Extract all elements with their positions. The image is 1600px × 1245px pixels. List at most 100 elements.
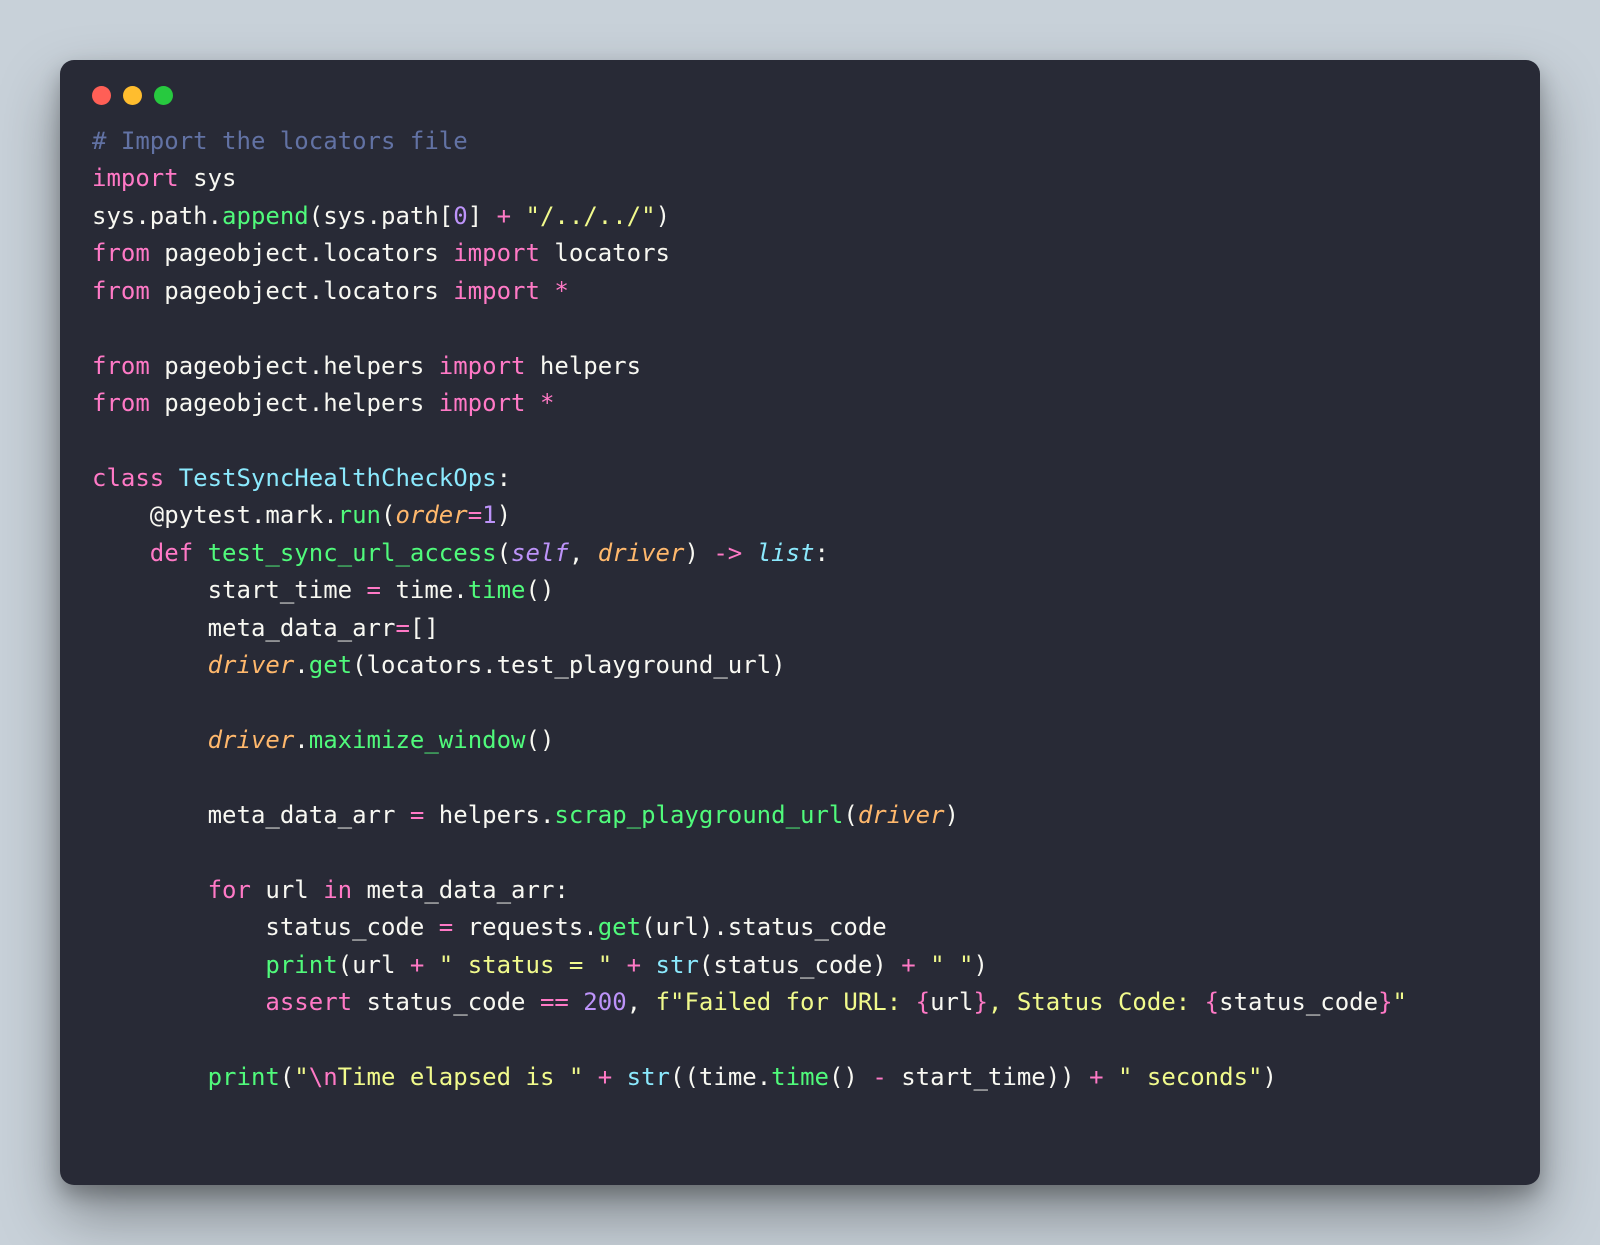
- code-token: self: [511, 539, 569, 567]
- code-token: \n: [309, 1063, 338, 1091]
- code-line: start_time = time.time(): [92, 572, 1508, 609]
- code-token: (): [526, 726, 555, 754]
- code-token: def: [150, 539, 193, 567]
- code-token: .: [294, 726, 308, 754]
- code-token: meta_data_arr: [92, 801, 410, 829]
- code-token: driver: [208, 726, 295, 754]
- code-token: from: [92, 352, 150, 380]
- zoom-icon[interactable]: [154, 86, 173, 105]
- code-line: [92, 759, 1508, 796]
- code-token: " status = ": [439, 951, 612, 979]
- code-token: (: [497, 539, 511, 567]
- code-editor[interactable]: # Import the locators fileimport syssys.…: [60, 111, 1540, 1120]
- code-token: [92, 726, 208, 754]
- code-token: ): [973, 951, 987, 979]
- code-token: helpers.: [424, 801, 554, 829]
- code-token: [164, 464, 178, 492]
- code-token: [193, 539, 207, 567]
- code-token: " ": [930, 951, 973, 979]
- code-token: +: [1089, 1063, 1103, 1091]
- code-token: pageobject.locators: [150, 277, 453, 305]
- code-token: (: [381, 501, 395, 529]
- code-token: sys.path.: [92, 202, 222, 230]
- code-line: [92, 423, 1508, 460]
- code-token: ": [1393, 988, 1407, 1016]
- code-token: meta_data_arr: [92, 614, 395, 642]
- code-token: maximize_window: [309, 726, 526, 754]
- code-line: # Import the locators file: [92, 123, 1508, 160]
- code-token: str: [656, 951, 699, 979]
- code-token: }: [973, 988, 987, 1016]
- code-token: @pytest.mark.: [92, 501, 338, 529]
- code-token: ->: [713, 539, 742, 567]
- code-line: def test_sync_url_access(self, driver) -…: [92, 535, 1508, 572]
- code-token: [612, 1063, 626, 1091]
- code-token: ]: [468, 202, 497, 230]
- minimize-icon[interactable]: [123, 86, 142, 105]
- code-token: }: [1378, 988, 1392, 1016]
- code-token: [92, 651, 208, 679]
- code-token: (url).status_code: [641, 913, 887, 941]
- code-token: ,: [627, 988, 656, 1016]
- code-line: [92, 834, 1508, 871]
- code-token: order: [395, 501, 467, 529]
- code-token: [92, 951, 265, 979]
- code-token: locators: [540, 239, 670, 267]
- code-token: =: [395, 614, 409, 642]
- code-token: {: [1205, 988, 1219, 1016]
- code-token: status_code: [352, 988, 540, 1016]
- code-token: import: [439, 389, 526, 417]
- code-token: ": [294, 1063, 308, 1091]
- code-line: from pageobject.locators import *: [92, 273, 1508, 310]
- code-token: 1: [482, 501, 496, 529]
- code-line: driver.maximize_window(): [92, 722, 1508, 759]
- code-token: requests.: [453, 913, 598, 941]
- window-titlebar: [60, 60, 1540, 111]
- code-token: (sys.path[: [309, 202, 454, 230]
- code-token: assert: [265, 988, 352, 1016]
- code-token: time: [771, 1063, 829, 1091]
- code-token: url: [251, 876, 323, 904]
- code-token: =: [410, 801, 424, 829]
- code-line: import sys: [92, 160, 1508, 197]
- code-token: +: [627, 951, 641, 979]
- code-line: from pageobject.helpers import *: [92, 385, 1508, 422]
- code-token: ): [945, 801, 959, 829]
- code-token: scrap_playground_url: [554, 801, 843, 829]
- code-token: print: [208, 1063, 280, 1091]
- code-token: [583, 1063, 597, 1091]
- code-token: , Status Code:: [988, 988, 1205, 1016]
- code-token: [92, 1063, 208, 1091]
- code-token: driver: [858, 801, 945, 829]
- code-token: time.: [381, 576, 468, 604]
- code-token: [92, 876, 208, 904]
- code-token: =: [367, 576, 381, 604]
- code-token: ): [656, 202, 670, 230]
- code-line: [92, 685, 1508, 722]
- code-token: sys: [179, 164, 237, 192]
- code-token: driver: [598, 539, 685, 567]
- code-token: test_sync_url_access: [208, 539, 497, 567]
- code-token: in: [323, 876, 352, 904]
- code-token: -: [872, 1063, 886, 1091]
- code-token: f"Failed for URL:: [656, 988, 916, 1016]
- code-token: pageobject.locators: [150, 239, 453, 267]
- code-token: from: [92, 277, 150, 305]
- code-line: driver.get(locators.test_playground_url): [92, 647, 1508, 684]
- code-token: from: [92, 239, 150, 267]
- code-token: url: [930, 988, 973, 1016]
- code-line: status_code = requests.get(url).status_c…: [92, 909, 1508, 946]
- code-token: run: [338, 501, 381, 529]
- code-token: status_code: [1219, 988, 1378, 1016]
- code-token: (): [829, 1063, 872, 1091]
- code-token: (url: [338, 951, 410, 979]
- close-icon[interactable]: [92, 86, 111, 105]
- code-token: [540, 277, 554, 305]
- code-token: [916, 951, 930, 979]
- code-token: status_code: [92, 913, 439, 941]
- code-token: [92, 988, 265, 1016]
- code-token: pageobject.helpers: [150, 352, 439, 380]
- code-token: :: [815, 539, 829, 567]
- code-line: @pytest.mark.run(order=1): [92, 497, 1508, 534]
- code-token: +: [410, 951, 424, 979]
